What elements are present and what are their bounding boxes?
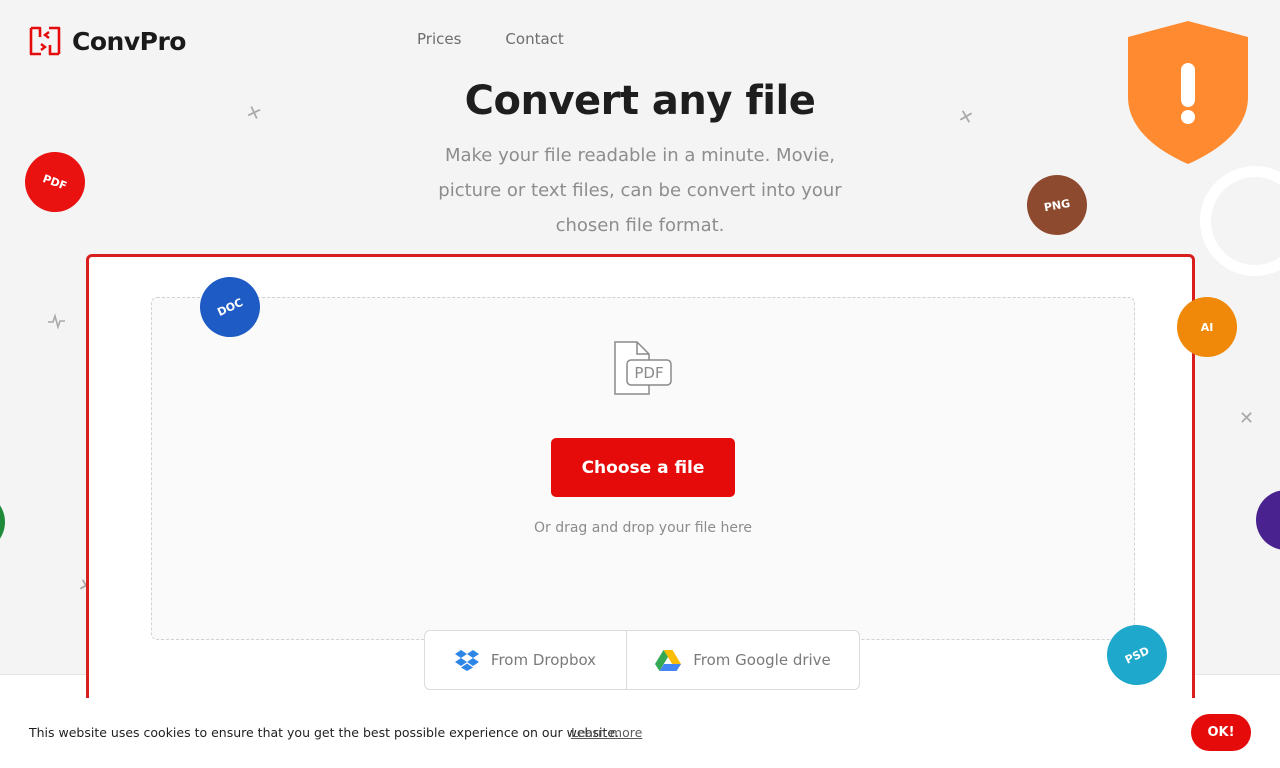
file-source-group: From Dropbox From Google drive [424, 630, 860, 690]
convert-arrows-icon [29, 26, 61, 56]
dropbox-icon [454, 650, 479, 671]
main-nav: Prices Contact [417, 30, 608, 48]
purple-format-badge [1256, 490, 1280, 550]
cookie-message: This website uses cookies to ensure that… [29, 725, 620, 740]
drag-drop-hint: Or drag and drop your file here [533, 520, 753, 536]
cookie-banner: This website uses cookies to ensure that… [0, 698, 1280, 768]
green-format-badge [0, 492, 5, 552]
decorative-ring [1200, 166, 1280, 276]
choose-file-button[interactable]: Choose a file [551, 438, 735, 497]
from-google-drive-label: From Google drive [693, 651, 831, 669]
nav-contact-link[interactable]: Contact [505, 30, 563, 48]
sparkle-icon: ✕ [955, 105, 976, 130]
from-dropbox-button[interactable]: From Dropbox [425, 631, 627, 689]
google-drive-icon [655, 650, 682, 671]
pdf-file-icon: PDF [614, 341, 672, 395]
pdf-format-badge: PDF [16, 143, 94, 221]
pdf-file-icon-label: PDF [634, 364, 663, 382]
brand-logo[interactable]: ConvPro [28, 24, 186, 58]
page-title: Convert any file [464, 78, 816, 124]
ai-format-badge: AI [1177, 297, 1237, 357]
shield-warning-icon [1128, 21, 1248, 164]
page-subtitle: Make your file readable in a minute. Mov… [438, 145, 842, 236]
png-format-badge: PNG [1022, 170, 1092, 240]
cookie-learn-more-link[interactable]: Learn more [571, 725, 642, 740]
cookie-ok-button[interactable]: OK! [1191, 714, 1251, 751]
brand-name: ConvPro [72, 26, 186, 56]
file-dropzone[interactable]: PDF Choose a file Or drag and drop your … [151, 297, 1135, 640]
close-decor-icon: ✕ [1239, 408, 1255, 429]
nav-prices-link[interactable]: Prices [417, 30, 461, 48]
pulse-icon [48, 313, 65, 329]
from-dropbox-label: From Dropbox [490, 651, 597, 669]
from-google-drive-button[interactable]: From Google drive [627, 631, 859, 689]
